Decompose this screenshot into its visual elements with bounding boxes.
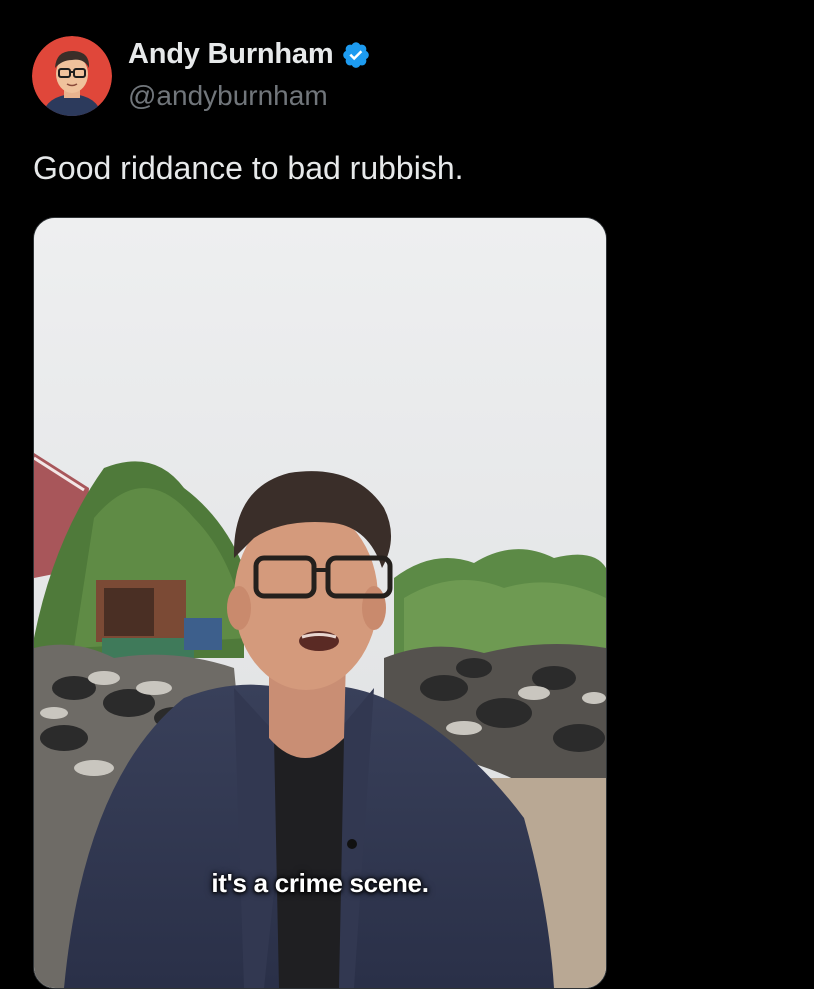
video-caption: it's a crime scene. bbox=[211, 868, 429, 898]
cartoon-avatar-icon bbox=[32, 36, 112, 116]
author-display-name[interactable]: Andy Burnham bbox=[128, 38, 334, 71]
verified-badge-icon[interactable] bbox=[341, 40, 371, 70]
author-avatar[interactable] bbox=[32, 36, 112, 116]
author-handle[interactable]: @andyburnham bbox=[128, 80, 328, 112]
tweet-text: Good riddance to bad rubbish. bbox=[33, 150, 464, 186]
author-name-row: Andy Burnham bbox=[128, 38, 371, 71]
tweet-video[interactable]: it's a crime scene. bbox=[33, 217, 607, 989]
